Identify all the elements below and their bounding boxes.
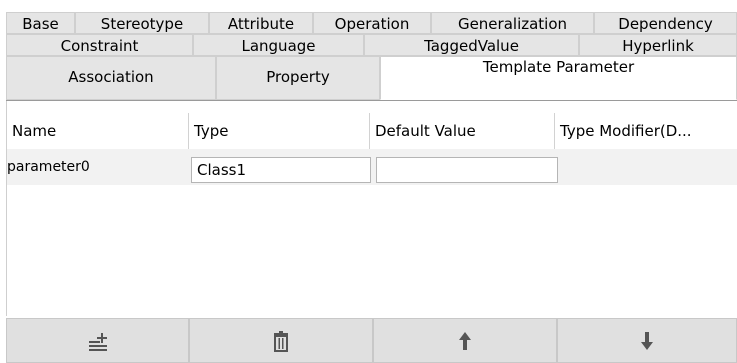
arrow-up-icon [459,331,471,350]
tab-template-parameter[interactable]: Template Parameter [380,56,737,100]
move-down-button[interactable] [557,318,737,363]
template-parameter-table: Name Type Default Value Type Modifier(D.… [6,101,737,316]
tab-row-2: Constraint Language TaggedValue Hyperlin… [0,34,737,56]
tab-language[interactable]: Language [193,34,364,56]
default-value-field[interactable] [376,157,558,183]
move-up-button[interactable] [373,318,557,363]
tab-stereotype[interactable]: Stereotype [75,12,209,34]
tab-base[interactable]: Base [6,12,75,34]
column-header-type[interactable]: Type [189,113,369,149]
tab-hyperlink[interactable]: Hyperlink [579,34,737,56]
tab-row-3: Association Property Template Parameter [0,56,737,100]
tab-constraint[interactable]: Constraint [6,34,193,56]
column-header-default-value[interactable]: Default Value [370,113,554,149]
column-header-type-modifier[interactable]: Type Modifier(D... [555,113,737,149]
tab-association[interactable]: Association [6,56,216,100]
arrow-down-icon [641,331,653,350]
cell-type-modifier[interactable] [561,149,737,185]
tab-property[interactable]: Property [216,56,380,100]
tab-row-1: Base Stereotype Attribute Operation Gene… [0,12,737,34]
type-field[interactable]: Class1 [191,157,371,183]
tab-dependency[interactable]: Dependency [594,12,737,34]
tab-attribute[interactable]: Attribute [209,12,313,34]
tab-generalization[interactable]: Generalization [431,12,594,34]
trash-icon [274,330,288,352]
tab-operation[interactable]: Operation [313,12,431,34]
add-row-icon [88,332,107,351]
tab-taggedvalue[interactable]: TaggedValue [364,34,579,56]
cell-name[interactable]: parameter0 [7,149,189,185]
column-header-name[interactable]: Name [7,113,188,149]
add-parameter-button[interactable] [6,318,189,363]
table-button-bar [6,318,737,363]
delete-parameter-button[interactable] [189,318,373,363]
